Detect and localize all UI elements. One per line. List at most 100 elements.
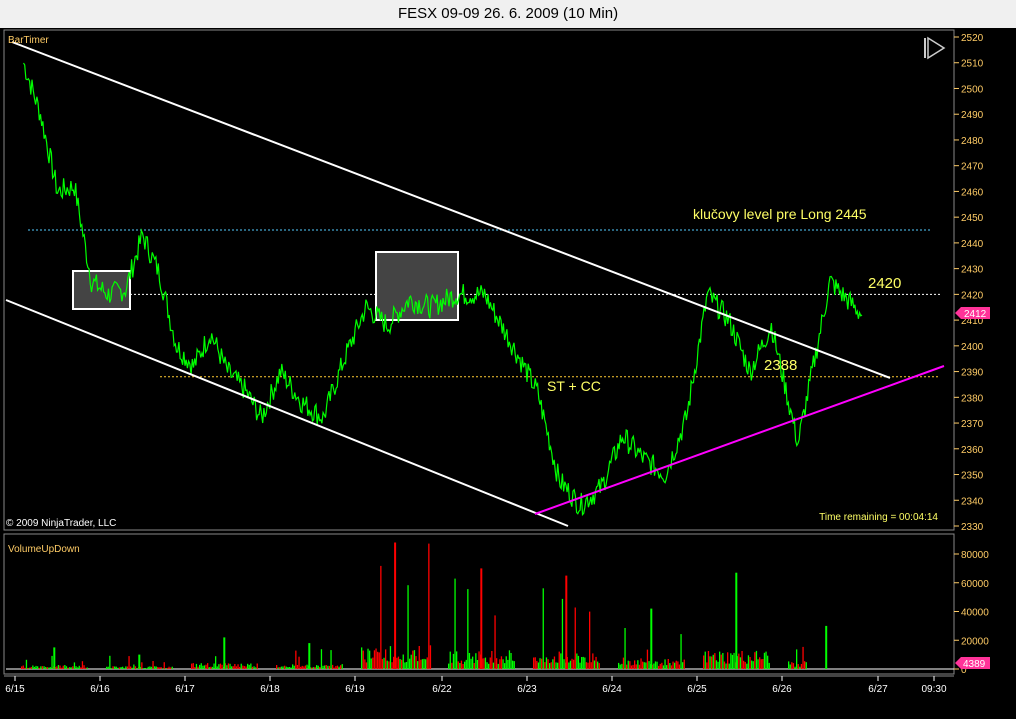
volume-bar — [304, 665, 307, 669]
volume-tick-label: 40000 — [961, 608, 989, 619]
volume-bar — [584, 657, 586, 669]
volume-bar — [563, 659, 565, 669]
volume-bar — [200, 663, 202, 669]
volume-bar — [626, 664, 628, 669]
volume-bar — [234, 664, 236, 669]
volume-bar — [364, 659, 366, 669]
volume-bar — [46, 667, 48, 669]
volume-bar — [555, 662, 557, 669]
volume-bar — [738, 653, 740, 669]
volume-bar — [794, 666, 796, 669]
volume-bar — [141, 662, 143, 669]
volume-bar — [78, 665, 80, 669]
volume-bar — [51, 655, 53, 669]
x-tick-label: 6/27 — [868, 684, 888, 695]
price-tick-label: 2330 — [961, 522, 984, 533]
volume-bar — [421, 659, 424, 669]
volume-bar — [404, 662, 406, 669]
price-tick-label: 2450 — [961, 213, 984, 224]
volume-bar — [670, 665, 673, 669]
volume-bar — [760, 659, 762, 669]
volume-bar — [162, 668, 164, 669]
volume-bar — [316, 665, 318, 669]
volume-bar — [621, 663, 623, 669]
volume-bar — [805, 662, 807, 669]
bar-timer-label: BarTimer — [8, 35, 49, 46]
volume-bar — [377, 651, 379, 669]
volume-bar — [256, 663, 258, 669]
volume-bar — [418, 646, 420, 669]
volume-bar — [155, 666, 157, 669]
volume-bar — [547, 659, 549, 669]
volume-bar — [292, 664, 294, 669]
volume-bar — [473, 663, 475, 669]
volume-bar — [22, 665, 24, 669]
volume-bar — [43, 666, 45, 669]
volume-bar — [464, 661, 466, 669]
volume-bar — [550, 662, 552, 669]
x-tick-label: 6/26 — [772, 684, 792, 695]
volume-bar — [207, 663, 209, 669]
window-title: FESX 09-09 26. 6. 2009 (10 Min) — [0, 0, 1016, 28]
volume-bar — [388, 661, 390, 669]
volume-bar — [41, 666, 44, 669]
volume-bar — [67, 667, 69, 669]
volume-bar — [122, 666, 124, 669]
volume-bar — [542, 588, 544, 669]
volume-bar — [561, 598, 564, 669]
volume-bar — [149, 666, 151, 669]
volume-bar — [571, 658, 573, 669]
volume-bar — [306, 664, 308, 669]
volume-bar — [385, 649, 387, 669]
volume-bar — [250, 663, 252, 669]
volume-peak-bar — [825, 625, 828, 669]
volume-label: VolumeUpDown — [8, 544, 80, 555]
volume-bar — [637, 660, 639, 669]
volume-bar — [216, 666, 218, 669]
volume-bar — [714, 653, 716, 669]
volume-bar — [285, 666, 287, 669]
volume-bar — [218, 664, 220, 669]
volume-bar — [598, 663, 600, 669]
price-chart[interactable]: 2330234023502360237023802390240024102420… — [0, 28, 1016, 719]
volume-bar — [703, 655, 705, 669]
volume-bar — [486, 662, 488, 669]
volume-bar — [723, 661, 726, 669]
volume-bar — [576, 653, 578, 669]
volume-bar — [45, 667, 47, 669]
volume-bar — [72, 666, 74, 669]
volume-bar — [560, 653, 562, 669]
volume-bar — [226, 665, 228, 669]
volume-bar — [81, 661, 84, 669]
volume-bar — [80, 667, 82, 669]
volume-bar — [496, 658, 498, 669]
volume-bar — [653, 663, 655, 669]
price-tick-label: 2500 — [961, 84, 984, 95]
volume-bar — [574, 607, 576, 669]
volume-bar — [459, 663, 461, 669]
volume-bar — [133, 664, 135, 669]
volume-bar — [677, 661, 679, 669]
volume-bar — [412, 650, 414, 669]
volume-bar — [752, 661, 754, 669]
volume-bar — [680, 634, 682, 669]
price-tick-label: 2400 — [961, 342, 984, 353]
volume-bar — [396, 657, 398, 669]
volume-bar — [144, 668, 146, 669]
volume-bar — [470, 658, 472, 669]
volume-bar — [205, 664, 207, 669]
volume-bar — [197, 666, 199, 669]
volume-peak-bar — [53, 647, 56, 669]
volume-bar — [277, 667, 279, 669]
volume-bar — [219, 663, 222, 669]
volume-bar — [658, 665, 660, 669]
copyright-text: © 2009 NinjaTrader, LLC — [6, 518, 116, 529]
volume-bar — [662, 665, 665, 669]
volume-bar — [577, 655, 580, 669]
volume-bar — [425, 659, 427, 669]
volume-bar — [293, 665, 295, 669]
price-tick-label: 2350 — [961, 471, 984, 482]
volume-bar — [749, 657, 751, 669]
volume-bar — [282, 666, 284, 669]
volume-bar — [500, 656, 503, 669]
